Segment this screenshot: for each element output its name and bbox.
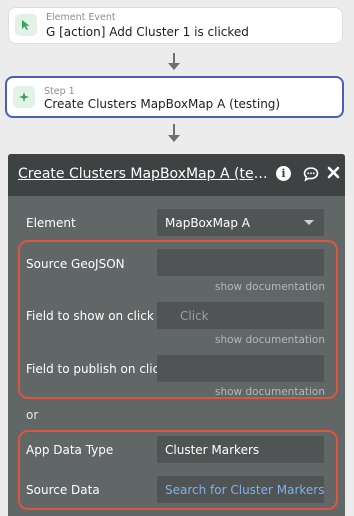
show-documentation-link[interactable]: show documentation xyxy=(215,386,325,398)
field-publish-on-click-label: Field to publish on clic xyxy=(26,362,160,376)
element-label: Element xyxy=(26,216,76,230)
element-value: MapBoxMap A xyxy=(165,216,250,230)
show-documentation-link[interactable]: show documentation xyxy=(215,334,325,346)
source-geojson-label: Source GeoJSON xyxy=(26,257,125,271)
field-show-on-click-input[interactable]: Click xyxy=(157,302,324,329)
action-property-panel: Create Clusters MapBoxMap A (testing) i … xyxy=(8,154,345,516)
flow-connector xyxy=(168,124,180,143)
step-kind: Step 1 xyxy=(44,86,75,97)
field-show-on-click-label: Field to show on click xyxy=(26,309,154,323)
source-data-field[interactable]: Search for Cluster Markerss xyxy=(157,476,324,503)
event-title: G [action] Add Cluster 1 is clicked xyxy=(46,25,249,39)
event-kind: Element Event xyxy=(46,12,116,23)
field-publish-on-click-input[interactable] xyxy=(157,355,324,382)
source-geojson-input[interactable] xyxy=(157,249,324,276)
flow-connector xyxy=(168,53,180,71)
show-documentation-link[interactable]: show documentation xyxy=(215,281,325,293)
source-data-label: Source Data xyxy=(26,483,100,497)
panel-title[interactable]: Create Clusters MapBoxMap A (testing) xyxy=(18,166,270,182)
comment-icon[interactable] xyxy=(303,166,319,182)
arrow-down-icon xyxy=(168,135,180,142)
source-data-expression[interactable]: Search for Cluster Markerss xyxy=(165,483,324,497)
app-data-type-label: App Data Type xyxy=(26,443,114,457)
element-dropdown[interactable]: MapBoxMap A xyxy=(157,209,324,236)
field-show-on-click-placeholder: Click xyxy=(180,309,209,323)
or-separator: or xyxy=(26,408,39,422)
app-data-type-field[interactable]: Cluster Markers xyxy=(157,436,324,463)
info-icon[interactable]: i xyxy=(276,166,291,181)
close-icon[interactable] xyxy=(326,165,340,179)
arrow-down-icon xyxy=(168,63,180,70)
plugin-icon xyxy=(13,86,35,108)
cursor-icon xyxy=(15,14,37,36)
chevron-down-icon xyxy=(304,220,314,225)
event-card[interactable]: Element Event G [action] Add Cluster 1 i… xyxy=(8,7,343,44)
step-card[interactable]: Step 1 Create Clusters MapBoxMap A (test… xyxy=(5,76,344,118)
panel-header: Create Clusters MapBoxMap A (testing) i xyxy=(8,154,345,196)
step-title: Create Clusters MapBoxMap A (testing) xyxy=(44,97,281,111)
